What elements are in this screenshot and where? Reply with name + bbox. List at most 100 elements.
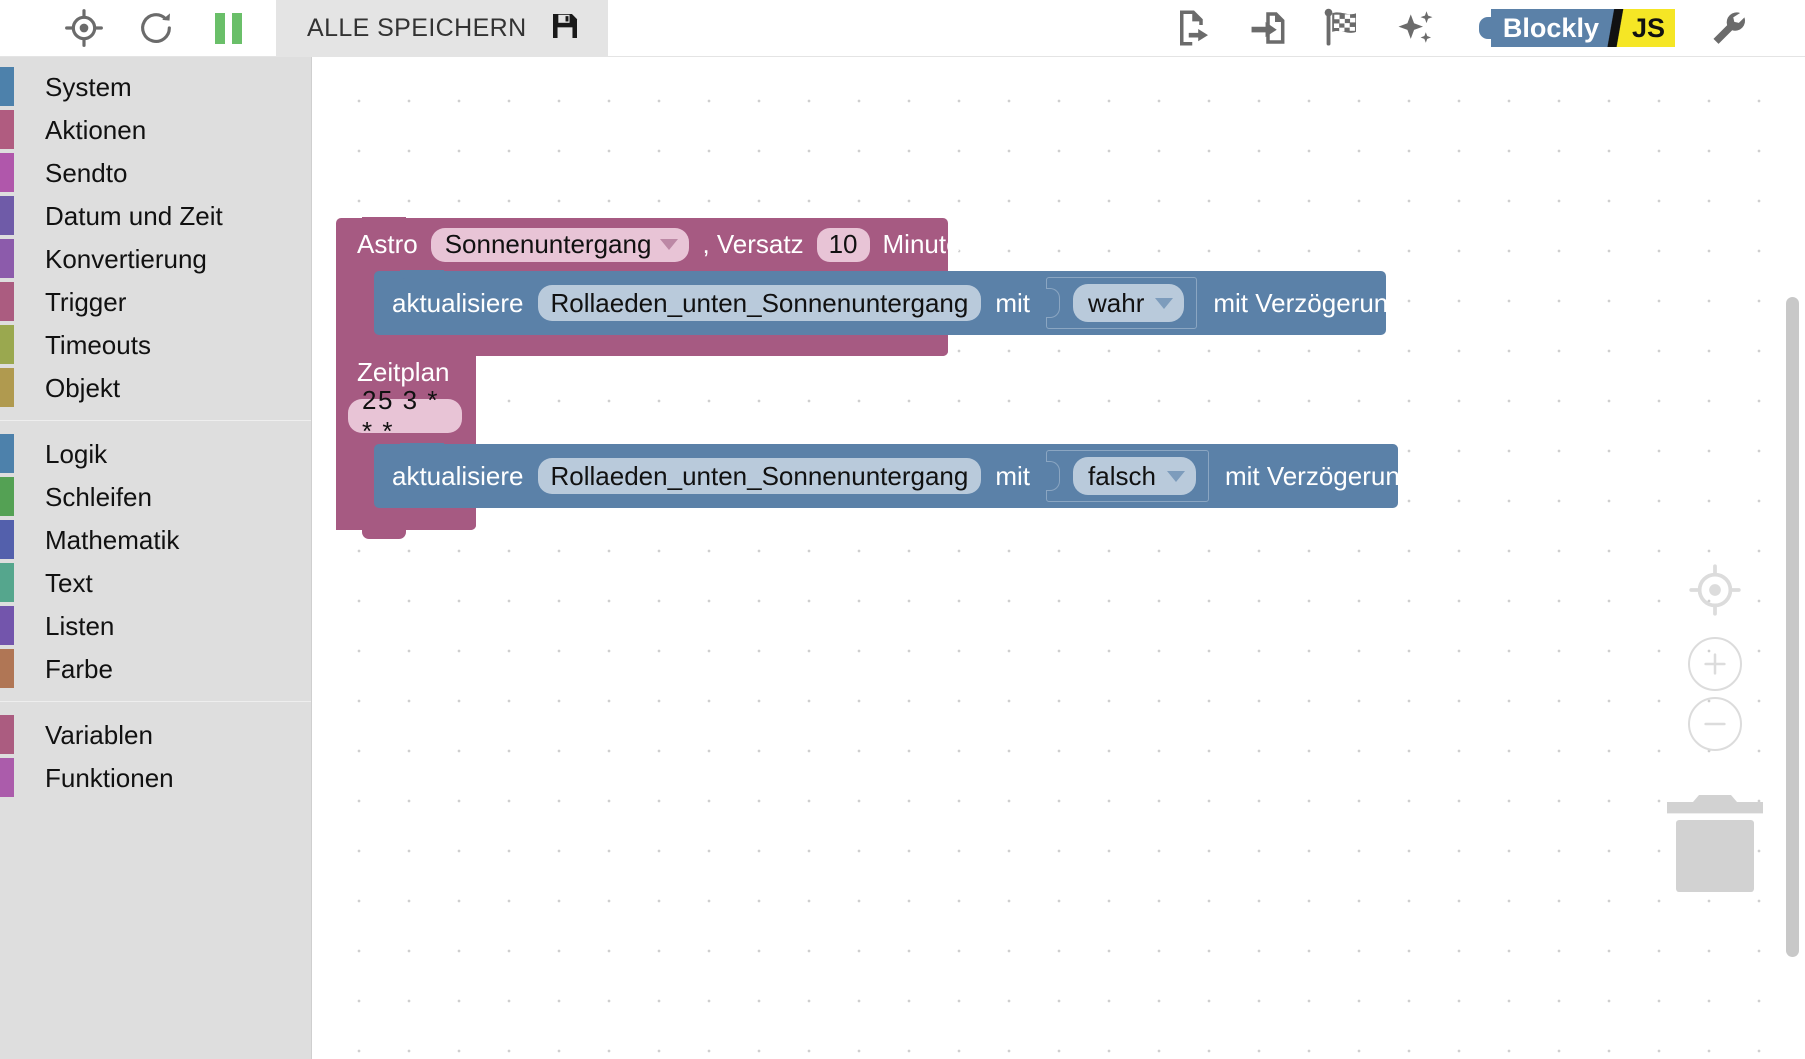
save-all-label: ALLE SPEICHERN xyxy=(307,13,527,42)
delay-label: mit Verzögerung xyxy=(1224,460,1415,491)
checkered-flag-icon[interactable] xyxy=(1305,0,1379,57)
block-stack-zeitplan[interactable]: Zeitplan 25 3 * * * aktualisiere Rollaed… xyxy=(336,347,1414,539)
schedule-trigger-block[interactable]: Zeitplan 25 3 * * * aktualisiere Rollaed… xyxy=(336,347,1414,539)
category-sidebar[interactable]: System Aktionen Sendto Datum und Zeit Ko… xyxy=(0,57,312,1059)
astro-event-dropdown[interactable]: Sonnenuntergang xyxy=(430,227,690,262)
sidebar-item-trigger[interactable]: Trigger xyxy=(0,280,311,323)
category-color-swatch xyxy=(0,715,14,754)
block-notch xyxy=(400,443,444,452)
sidebar-item-mathematik[interactable]: Mathematik xyxy=(0,518,311,561)
offset-label: , Versatz xyxy=(702,229,804,259)
logo-slash xyxy=(1603,9,1630,47)
chevron-down-icon xyxy=(660,239,679,250)
sidebar-group-3: Variablen Funktionen xyxy=(0,713,311,799)
sidebar-item-label: Mathematik xyxy=(45,524,180,555)
schedule-statement-slot[interactable]: aktualisiere Rollaeden_unten_Sonnenunter… xyxy=(374,443,1414,508)
astro-label: Astro xyxy=(357,229,418,259)
sidebar-item-konvertierung[interactable]: Konvertierung xyxy=(0,237,311,280)
sidebar-item-schleifen[interactable]: Schleifen xyxy=(0,475,311,518)
center-workspace-button[interactable] xyxy=(1687,562,1743,623)
boolean-dropdown[interactable]: falsch xyxy=(1073,457,1196,495)
category-color-swatch xyxy=(0,758,14,797)
boolean-dropdown[interactable]: wahr xyxy=(1073,284,1185,322)
sidebar-item-funktionen[interactable]: Funktionen xyxy=(0,756,311,799)
block-notch xyxy=(362,217,406,226)
sidebar-item-label: Timeouts xyxy=(45,329,151,360)
sidebar-item-label: Logik xyxy=(45,438,108,469)
category-color-swatch xyxy=(0,477,14,516)
sidebar-item-variablen[interactable]: Variablen xyxy=(0,713,311,756)
sidebar-item-listen[interactable]: Listen xyxy=(0,604,311,647)
zoom-in-circle xyxy=(1688,637,1742,691)
zoom-in-button[interactable] xyxy=(1688,637,1742,691)
cron-field[interactable]: 25 3 * * * xyxy=(348,385,462,446)
sidebar-item-label: Konvertierung xyxy=(45,243,207,274)
sparkle-icon[interactable] xyxy=(1379,0,1453,57)
sidebar-item-label: Variablen xyxy=(45,719,153,750)
zoom-out-circle xyxy=(1688,697,1742,751)
sidebar-item-label: Text xyxy=(45,567,93,598)
block-stack-astro[interactable]: Astro Sonnenuntergang , Versatz 10 Minut… xyxy=(336,217,1403,356)
astro-statement-slot[interactable]: aktualisiere Rollaeden_unten_Sonnenunter… xyxy=(374,270,1403,335)
logo-js-label: JS xyxy=(1629,9,1675,47)
workspace-scrollbar-vertical[interactable] xyxy=(1786,297,1799,957)
import-blocks-icon[interactable] xyxy=(1231,0,1305,57)
block-spine xyxy=(336,271,374,335)
astro-event-value: Sonnenuntergang xyxy=(444,229,652,259)
offset-unit-label: Minuten xyxy=(882,229,976,259)
blockly-workspace[interactable]: Astro Sonnenuntergang , Versatz 10 Minut… xyxy=(312,57,1805,1059)
trash-can[interactable] xyxy=(1663,787,1767,902)
update-verb-label: aktualisiere xyxy=(392,287,524,318)
sidebar-item-logik[interactable]: Logik xyxy=(0,432,311,475)
sidebar-item-timeouts[interactable]: Timeouts xyxy=(0,323,311,366)
boolean-value: wahr xyxy=(1088,287,1145,318)
astro-trigger-block[interactable]: Astro Sonnenuntergang , Versatz 10 Minut… xyxy=(336,217,1403,356)
with-label: mit xyxy=(995,287,1031,318)
schedule-trigger-footer xyxy=(336,508,476,539)
sidebar-item-farbe[interactable]: Farbe xyxy=(0,647,311,690)
category-color-swatch xyxy=(0,434,14,473)
sidebar-item-label: Farbe xyxy=(45,653,113,684)
zoom-out-button[interactable] xyxy=(1688,697,1742,751)
puzzle-connector-icon xyxy=(1046,461,1061,491)
sidebar-group-1: System Aktionen Sendto Datum und Zeit Ko… xyxy=(0,65,311,409)
wrench-icon[interactable] xyxy=(1691,0,1765,57)
sidebar-item-label: Objekt xyxy=(45,372,121,403)
sidebar-item-system[interactable]: System xyxy=(0,65,311,108)
category-color-swatch xyxy=(0,649,14,688)
value-input-socket[interactable]: falsch xyxy=(1046,450,1209,502)
sidebar-item-datum-und-zeit[interactable]: Datum und Zeit xyxy=(0,194,311,237)
category-color-swatch xyxy=(0,368,14,407)
top-toolbar: ALLE SPEICHERN Blockly JS xyxy=(0,0,1805,57)
category-color-swatch xyxy=(0,110,14,149)
block-notch xyxy=(400,270,444,279)
block-notch xyxy=(362,347,406,356)
blockly-js-toggle[interactable]: Blockly JS xyxy=(1478,9,1675,47)
reload-icon[interactable] xyxy=(120,0,192,57)
value-input-socket[interactable]: wahr xyxy=(1046,277,1198,329)
boolean-value: falsch xyxy=(1088,460,1156,491)
puzzle-connector-icon xyxy=(1046,288,1061,318)
sidebar-item-objekt[interactable]: Objekt xyxy=(0,366,311,409)
object-id-field[interactable]: Rollaeden_unten_Sonnenuntergang xyxy=(537,285,982,321)
sidebar-item-label: Schleifen xyxy=(45,481,152,512)
sidebar-item-label: Aktionen xyxy=(45,114,147,145)
block-notch xyxy=(362,530,406,539)
pause-icon[interactable] xyxy=(192,0,264,57)
locate-icon[interactable] xyxy=(48,0,120,57)
sidebar-item-label: Trigger xyxy=(45,286,127,317)
sidebar-item-label: Listen xyxy=(45,610,115,641)
category-color-swatch xyxy=(0,606,14,645)
export-blocks-icon[interactable] xyxy=(1157,0,1231,57)
sidebar-item-text[interactable]: Text xyxy=(0,561,311,604)
category-color-swatch xyxy=(0,67,14,106)
sidebar-item-sendto[interactable]: Sendto xyxy=(0,151,311,194)
offset-value-field[interactable]: 10 xyxy=(816,227,870,262)
save-all-button[interactable]: ALLE SPEICHERN xyxy=(276,0,608,57)
with-label: mit xyxy=(995,460,1031,491)
control-update-block-2[interactable]: aktualisiere Rollaeden_unten_Sonnenunter… xyxy=(374,443,1414,508)
control-update-block-1[interactable]: aktualisiere Rollaeden_unten_Sonnenunter… xyxy=(374,270,1403,335)
object-id-field[interactable]: Rollaeden_unten_Sonnenuntergang xyxy=(537,458,982,494)
sidebar-item-aktionen[interactable]: Aktionen xyxy=(0,108,311,151)
sidebar-item-label: System xyxy=(45,71,132,102)
